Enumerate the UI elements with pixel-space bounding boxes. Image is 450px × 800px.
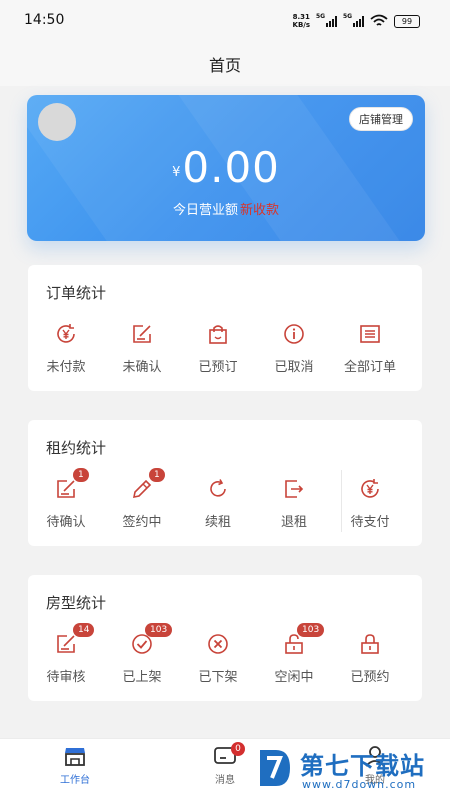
yen-refresh-icon	[361, 479, 379, 498]
currency-symbol: ¥	[172, 165, 181, 180]
order-unconfirmed[interactable]: 未确认	[104, 321, 180, 381]
count-badge: 103	[145, 623, 173, 637]
order-unpaid[interactable]: 未付款	[28, 321, 104, 381]
revenue-card: 店铺管理 ¥0.00 今日营业额 新收款	[27, 95, 425, 241]
refresh-icon	[210, 479, 226, 497]
room-delisted[interactable]: 已下架	[180, 631, 256, 691]
site-watermark: 第七下载站 www.d7down.com	[250, 742, 450, 800]
order-cancelled[interactable]: 已取消	[256, 321, 332, 381]
section-title: 订单统计	[46, 284, 107, 302]
order-booked[interactable]: 已预订	[180, 321, 256, 381]
network-speed: 8.31 KB/s	[292, 13, 310, 29]
list-icon	[360, 325, 380, 343]
revenue-label: 今日营业额 新收款	[172, 203, 280, 218]
section-title: 租约统计	[46, 439, 107, 457]
edit-doc-icon	[57, 635, 75, 653]
edit-doc-icon	[57, 480, 75, 498]
signal-icon: 5G	[316, 13, 337, 27]
lease-stats-card: 租约统计 1 待确认 1 签约中 续租 退租 待支付	[28, 420, 422, 546]
wifi-icon	[370, 14, 388, 26]
revenue-amount: ¥0.00	[27, 143, 425, 192]
section-title: 房型统计	[46, 594, 107, 612]
message-badge: 0	[231, 742, 245, 756]
room-stats-row: 14 待审核 103 已上架 已下架 103 空闲中 已预约	[28, 623, 422, 691]
watermark-name: 第七下载站	[300, 752, 425, 780]
status-bar: 14:50 8.31 KB/s 5G 5G 99	[0, 0, 450, 44]
bag-icon	[209, 325, 227, 344]
x-circle-icon	[208, 634, 228, 654]
watermark-url: www.d7down.com	[302, 778, 417, 791]
lease-stats-row: 1 待确认 1 签约中 续租 退租 待支付	[28, 468, 422, 536]
shop-management-button[interactable]: 店铺管理	[349, 107, 413, 131]
lock-icon	[361, 634, 379, 654]
order-stats-card: 订单统计 未付款 未确认 已预订 已取消 全部订单	[28, 265, 422, 391]
revenue-value: 0.00	[182, 143, 280, 192]
avatar[interactable]	[38, 103, 76, 141]
room-reserved[interactable]: 已预约	[332, 631, 408, 691]
pencil-icon	[132, 479, 152, 499]
lease-signing[interactable]: 1 签约中	[104, 468, 180, 536]
room-vacant[interactable]: 103 空闲中	[256, 623, 332, 691]
count-badge: 1	[73, 468, 89, 482]
order-all[interactable]: 全部订单	[332, 321, 408, 381]
room-pending-review[interactable]: 14 待审核	[28, 623, 104, 691]
status-time: 14:50	[24, 12, 65, 28]
nav-bar: 首页	[0, 44, 450, 86]
page-title: 首页	[208, 56, 241, 75]
tab-workbench[interactable]: 工作台	[35, 739, 115, 800]
info-circle-icon	[284, 324, 304, 344]
exit-icon	[285, 480, 304, 498]
lease-pending-confirm[interactable]: 1 待确认	[28, 468, 104, 536]
lease-terminate[interactable]: 退租	[256, 476, 332, 536]
count-badge: 103	[297, 623, 325, 637]
lease-pending-payment[interactable]: 待支付	[332, 476, 408, 536]
battery-icon: 99	[394, 14, 420, 28]
room-listed[interactable]: 103 已上架	[104, 623, 180, 691]
store-icon	[65, 748, 85, 766]
count-badge: 14	[73, 623, 95, 637]
order-stats-row: 未付款 未确认 已预订 已取消 全部订单	[28, 321, 422, 381]
d7-logo-icon	[260, 750, 290, 786]
count-badge: 1	[149, 468, 165, 482]
yen-refresh-icon	[57, 324, 75, 343]
new-payment-link[interactable]: 新收款	[240, 203, 279, 218]
signal-icon: 5G	[343, 13, 364, 27]
room-stats-card: 房型统计 14 待审核 103 已上架 已下架 103 空闲中 已预约	[28, 575, 422, 701]
lease-renew[interactable]: 续租	[180, 476, 256, 536]
status-icons: 8.31 KB/s 5G 5G 99	[293, 13, 420, 29]
edit-doc-icon	[133, 325, 151, 343]
